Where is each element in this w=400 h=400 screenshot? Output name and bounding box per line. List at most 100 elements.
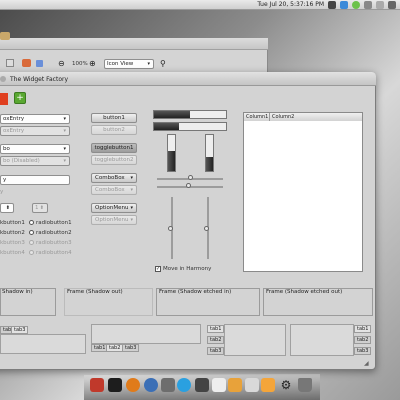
view-select-value: Icon View xyxy=(107,61,134,67)
spin-button-disabled: 1 ⬍ xyxy=(32,203,48,213)
notebook-c xyxy=(224,324,286,356)
button1[interactable]: button1 xyxy=(91,113,137,123)
chevron-down-icon: ▾ xyxy=(63,158,66,164)
combo-box-entry-value: oxEntry xyxy=(3,116,25,122)
notebook-b-tab-3[interactable]: tab3 xyxy=(122,344,140,352)
check-button-4: kbutton4 xyxy=(0,250,25,256)
radio-icon xyxy=(29,250,34,255)
background-window-titlebar[interactable] xyxy=(0,38,268,50)
optionmenu-button-label: OptionMenu xyxy=(95,205,129,211)
volume-icon[interactable] xyxy=(364,1,372,9)
chevron-down-icon: ▾ xyxy=(147,61,150,67)
combo-box-value: bo xyxy=(3,146,10,152)
notebook-c-tab-1[interactable]: tab1 xyxy=(207,325,225,333)
notebook-c-tab-2[interactable]: tab2 xyxy=(207,336,225,344)
view-select[interactable]: Icon View ▾ xyxy=(104,59,154,69)
check-button-2[interactable]: kbutton2 xyxy=(0,230,25,236)
optionmenu-button[interactable]: OptionMenu ▾ xyxy=(91,203,137,213)
frame-shadow-in-label: Shadow in) xyxy=(2,289,33,295)
files-icon[interactable] xyxy=(228,378,242,392)
combobox-button[interactable]: ComboBox ▾ xyxy=(91,173,137,183)
spin-button-disabled-value: 1 xyxy=(35,205,39,211)
computer-icon[interactable] xyxy=(6,59,14,67)
notebook-d-tab-3[interactable]: tab3 xyxy=(354,347,372,355)
radio-icon[interactable] xyxy=(29,230,34,235)
tree-column-2-header[interactable]: Column2 xyxy=(270,113,362,121)
radio-button-1[interactable]: radiobutton1 xyxy=(36,220,72,226)
tree-view[interactable] xyxy=(243,112,363,272)
movie-player-icon[interactable] xyxy=(195,378,209,392)
add-icon[interactable]: + xyxy=(14,92,26,104)
power-icon[interactable] xyxy=(388,1,396,9)
zoom-in-icon[interactable]: ⊕ xyxy=(89,59,96,68)
home-icon[interactable] xyxy=(22,59,31,67)
combo-box[interactable]: bo ▾ xyxy=(0,144,70,154)
panel-clock[interactable]: Tue Jul 20, 5:37:16 PM xyxy=(257,1,324,8)
folder-icon xyxy=(0,32,10,40)
frame-shadow-out-label: Frame (Shadow out) xyxy=(67,289,123,295)
thunderbird-icon[interactable] xyxy=(144,378,158,392)
progress-bar-1-fill xyxy=(154,111,190,118)
accessories-icon[interactable]: ⚙ xyxy=(279,378,293,392)
search-icon[interactable]: ⚲ xyxy=(160,59,166,68)
radio-button-3: radiobutton3 xyxy=(36,240,72,246)
calendar-icon[interactable] xyxy=(212,378,226,392)
notebook-b xyxy=(91,324,201,344)
tree-column-1-header[interactable]: Column1 xyxy=(244,113,270,121)
notebook-c-tab-3[interactable]: tab3 xyxy=(207,347,225,355)
radio-icon[interactable] xyxy=(29,220,34,225)
progress-bar-1 xyxy=(153,110,227,119)
entry-field[interactable]: y xyxy=(0,175,70,185)
h-scale-2-knob[interactable] xyxy=(186,183,191,188)
zoom-level: 100% xyxy=(72,61,88,67)
radio-icon xyxy=(29,240,34,245)
v-scale-2-knob[interactable] xyxy=(204,226,209,231)
ubuntu-one-icon[interactable] xyxy=(90,378,104,392)
chevron-down-icon: ▾ xyxy=(130,187,133,193)
h-scale-1-knob[interactable] xyxy=(188,175,193,180)
resize-grip-icon[interactable]: ◢ xyxy=(364,360,372,368)
window-title: The Widget Factory xyxy=(10,76,69,83)
radio-button-2[interactable]: radiobutton2 xyxy=(36,230,72,236)
progress-bar-2-fill xyxy=(154,123,180,130)
spin-arrows-icon: ⬍ xyxy=(39,205,44,211)
togglebutton1[interactable]: togglebutton1 xyxy=(91,143,137,153)
mail-icon[interactable] xyxy=(328,1,336,9)
notebook-d-tab-1[interactable]: tab1 xyxy=(354,325,372,333)
network-places-icon[interactable] xyxy=(36,60,43,67)
v-scale-1-knob[interactable] xyxy=(168,226,173,231)
spin-button[interactable]: ⬍ xyxy=(0,203,14,213)
notebook-a-tab-3[interactable]: tab3 xyxy=(11,326,29,334)
update-icon[interactable] xyxy=(352,1,360,9)
combo-box-entry[interactable]: oxEntry ▾ xyxy=(0,114,70,124)
vertical-progress-1 xyxy=(167,134,176,172)
chevron-down-icon: ▾ xyxy=(130,175,133,181)
harmony-checkbox[interactable]: ✓ xyxy=(155,266,161,272)
optionmenu-button-disabled-label: OptionMenu xyxy=(95,217,129,223)
window-menu-icon[interactable] xyxy=(0,76,6,82)
firefox-icon[interactable] xyxy=(126,378,140,392)
toolbar-icon-red[interactable] xyxy=(0,93,8,105)
notebook-d-tab-2[interactable]: tab2 xyxy=(354,336,372,344)
check-button-1[interactable]: kbutton1 xyxy=(0,220,25,226)
user-icon[interactable] xyxy=(376,1,384,9)
radio-button-4: radiobutton4 xyxy=(36,250,72,256)
documents-icon[interactable] xyxy=(261,378,275,392)
combo-box-disabled-value: bo (Disabled) xyxy=(3,158,40,164)
text-editor-icon[interactable] xyxy=(245,378,259,392)
notebook-d xyxy=(290,324,354,356)
notebook-b-tab-2[interactable]: tab2 xyxy=(106,344,124,352)
combo-box-entry-disabled-value: oxEntry xyxy=(3,128,25,134)
combobox-button-disabled-label: ComboBox xyxy=(95,187,125,193)
trash-icon[interactable] xyxy=(298,378,312,392)
zoom-out-icon[interactable]: ⊖ xyxy=(58,59,65,68)
chevron-down-icon: ▾ xyxy=(63,146,66,152)
vertical-progress-2-fill xyxy=(206,156,213,171)
network-icon[interactable] xyxy=(340,1,348,9)
chevron-down-icon: ▾ xyxy=(130,205,133,211)
spin-arrows-icon: ⬍ xyxy=(5,205,10,211)
vertical-progress-1-fill xyxy=(168,151,175,171)
terminal-icon[interactable] xyxy=(108,378,122,392)
vlc-icon[interactable] xyxy=(161,378,175,392)
skype-icon[interactable] xyxy=(177,378,191,392)
